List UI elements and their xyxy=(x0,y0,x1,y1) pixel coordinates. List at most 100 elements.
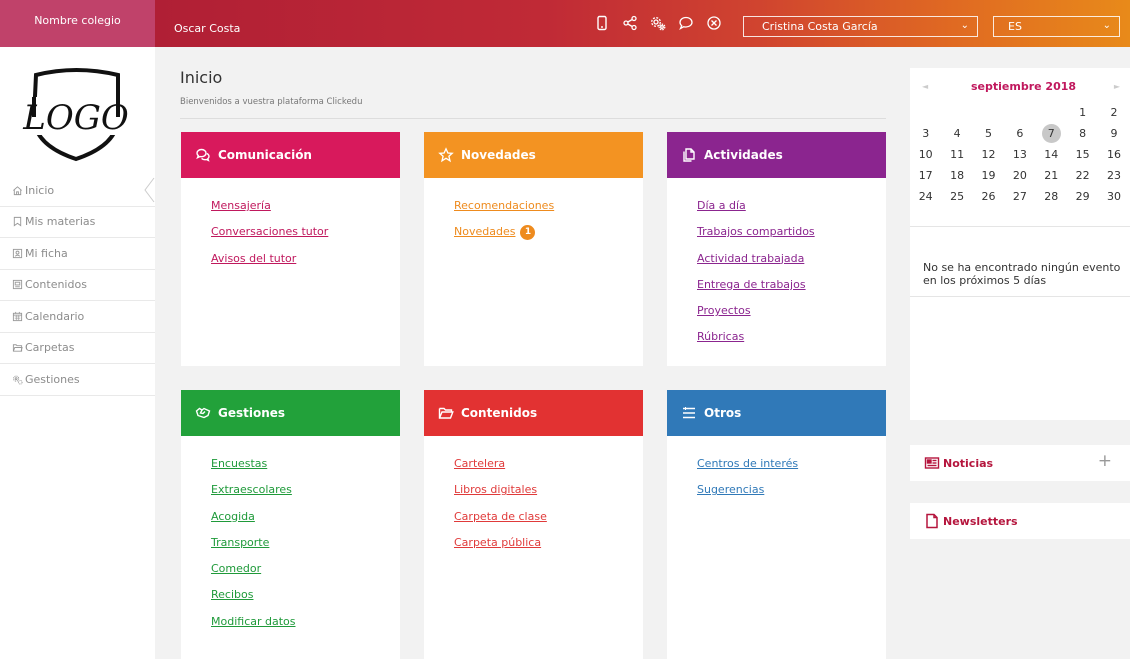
calendar-day[interactable]: 1 xyxy=(1067,102,1098,123)
language-select-value: ES xyxy=(1008,20,1022,33)
add-icon[interactable]: + xyxy=(1098,451,1112,471)
calendar-day[interactable]: 3 xyxy=(910,123,941,144)
link-encuestas[interactable]: Encuestas xyxy=(211,457,400,483)
mobile-icon[interactable] xyxy=(592,14,612,32)
link-sugerencias[interactable]: Sugerencias xyxy=(697,483,886,509)
link-comedor[interactable]: Comedor xyxy=(211,562,400,588)
calendar-day[interactable]: 10 xyxy=(910,144,941,165)
sidebar-item-label: Mis materias xyxy=(25,215,96,229)
calendar-day[interactable]: 26 xyxy=(973,186,1004,207)
calendar-week-row: 10 11 12 13 14 15 16 xyxy=(910,144,1130,165)
sidebar-item-label: Gestiones xyxy=(25,372,80,386)
student-select-value: Cristina Costa García xyxy=(762,20,878,33)
news-panel[interactable]: Noticias + xyxy=(910,445,1130,481)
calendar-day[interactable]: 11 xyxy=(941,144,972,165)
calendar-day[interactable]: 19 xyxy=(973,165,1004,186)
sidebar-item-inicio[interactable]: Inicio xyxy=(0,175,155,207)
calendar-day[interactable]: 17 xyxy=(910,165,941,186)
link-entrega-trabajos[interactable]: Entrega de trabajos xyxy=(697,278,886,304)
link-actividad-trabajada[interactable]: Actividad trabajada xyxy=(697,252,886,278)
calendar-header: ◄ septiembre 2018 ► xyxy=(910,80,1130,98)
link-transporte[interactable]: Transporte xyxy=(211,536,400,562)
calendar-day[interactable]: 5 xyxy=(973,123,1004,144)
link-mensajeria[interactable]: Mensajería xyxy=(211,199,400,225)
calendar-widget: ◄ septiembre 2018 ► 1 2 3 4 5 6 7 8 9 10 11 12 13 14 1… xyxy=(910,68,1130,420)
sidebar-item-mi-ficha[interactable]: Mi ficha xyxy=(0,238,155,270)
link-recibos[interactable]: Recibos xyxy=(211,588,400,614)
card-novedades: Novedades Recomendaciones Novedades 1 xyxy=(424,132,643,366)
card-links: Recomendaciones Novedades 1 xyxy=(424,178,643,252)
sidebar-item-contenidos[interactable]: Contenidos xyxy=(0,270,155,301)
student-select[interactable]: Cristina Costa García ⌄ xyxy=(743,16,978,37)
language-select[interactable]: ES ⌄ xyxy=(993,16,1120,37)
chevron-down-icon: ⌄ xyxy=(960,20,969,31)
link-proyectos[interactable]: Proyectos xyxy=(697,304,886,330)
school-logo[interactable]: LOGO xyxy=(14,67,138,162)
calendar-day[interactable]: 13 xyxy=(1004,144,1035,165)
link-trabajos-compartidos[interactable]: Trabajos compartidos xyxy=(697,225,886,251)
link-extraescolares[interactable]: Extraescolares xyxy=(211,483,400,509)
card-header: Actividades xyxy=(667,132,886,178)
calendar-day[interactable]: 15 xyxy=(1067,144,1098,165)
calendar-day[interactable]: 9 xyxy=(1098,123,1129,144)
calendar-day[interactable]: 24 xyxy=(910,186,941,207)
settings-icon[interactable] xyxy=(648,14,668,32)
content-icon xyxy=(11,279,23,291)
calendar-day[interactable]: 6 xyxy=(1004,123,1035,144)
calendar-day[interactable]: 21 xyxy=(1036,165,1067,186)
sidebar-item-carpetas[interactable]: Carpetas xyxy=(0,333,155,364)
page-subtitle: Bienvenidos a vuestra plataforma Clicked… xyxy=(180,97,363,107)
next-month-button[interactable]: ► xyxy=(1114,82,1120,91)
calendar-day[interactable]: 18 xyxy=(941,165,972,186)
link-centros-interes[interactable]: Centros de interés xyxy=(697,457,886,483)
link-carpeta-publica[interactable]: Carpeta pública xyxy=(454,536,643,562)
user-name[interactable]: Oscar Costa xyxy=(174,22,240,35)
close-circle-icon[interactable] xyxy=(704,14,724,32)
chevron-down-icon: ⌄ xyxy=(1102,20,1111,31)
link-avisos-tutor[interactable]: Avisos del tutor xyxy=(211,252,400,278)
calendar-empty-cell xyxy=(941,102,972,123)
calendar-day[interactable]: 30 xyxy=(1098,186,1129,207)
calendar-day[interactable]: 20 xyxy=(1004,165,1035,186)
sidebar-item-calendario[interactable]: Calendario xyxy=(0,301,155,333)
copy-icon xyxy=(683,148,695,162)
calendar-day[interactable]: 23 xyxy=(1098,165,1129,186)
link-libros-digitales[interactable]: Libros digitales xyxy=(454,483,643,509)
card-title: Comunicación xyxy=(218,148,312,162)
link-carpeta-clase[interactable]: Carpeta de clase xyxy=(454,510,643,536)
share-icon[interactable] xyxy=(620,14,640,32)
link-cartelera[interactable]: Cartelera xyxy=(454,457,643,483)
prev-month-button[interactable]: ◄ xyxy=(922,82,928,91)
card-actividades: Actividades Día a día Trabajos compartid… xyxy=(667,132,886,366)
calendar-day[interactable]: 28 xyxy=(1036,186,1067,207)
link-conversaciones-tutor[interactable]: Conversaciones tutor xyxy=(211,225,400,251)
link-dia-a-dia[interactable]: Día a día xyxy=(697,199,886,225)
calendar-day[interactable]: 14 xyxy=(1036,144,1067,165)
link-novedades[interactable]: Novedades 1 xyxy=(454,225,643,251)
link-modificar-datos[interactable]: Modificar datos xyxy=(211,615,400,641)
calendar-day[interactable]: 29 xyxy=(1067,186,1098,207)
chat-icon[interactable] xyxy=(676,14,696,32)
link-recomendaciones[interactable]: Recomendaciones xyxy=(454,199,643,225)
sidebar-item-mis-materias[interactable]: Mis materias xyxy=(0,207,155,238)
calendar-day[interactable]: 4 xyxy=(941,123,972,144)
header-main: Oscar Costa Cristina Costa García ⌄ ES ⌄ xyxy=(155,0,1130,47)
calendar-day[interactable]: 2 xyxy=(1098,102,1129,123)
sidebar-item-gestiones[interactable]: Gestiones xyxy=(0,364,155,396)
link-acogida[interactable]: Acogida xyxy=(211,510,400,536)
calendar-day[interactable]: 7 xyxy=(1036,123,1067,144)
calendar-day[interactable]: 27 xyxy=(1004,186,1035,207)
calendar-day[interactable]: 25 xyxy=(941,186,972,207)
newsletters-label: Newsletters xyxy=(943,514,1018,528)
calendar-day[interactable]: 16 xyxy=(1098,144,1129,165)
calendar-day[interactable]: 22 xyxy=(1067,165,1098,186)
card-title: Otros xyxy=(704,406,742,420)
calendar-day[interactable]: 8 xyxy=(1067,123,1098,144)
newsletters-panel[interactable]: Newsletters xyxy=(910,503,1130,539)
link-rubricas[interactable]: Rúbricas xyxy=(697,330,886,356)
school-name[interactable]: Nombre colegio xyxy=(0,0,155,47)
card-header: Novedades xyxy=(424,132,643,178)
folder-icon xyxy=(11,342,23,354)
calendar-day[interactable]: 12 xyxy=(973,144,1004,165)
card-links: Cartelera Libros digitales Carpeta de cl… xyxy=(424,436,643,562)
